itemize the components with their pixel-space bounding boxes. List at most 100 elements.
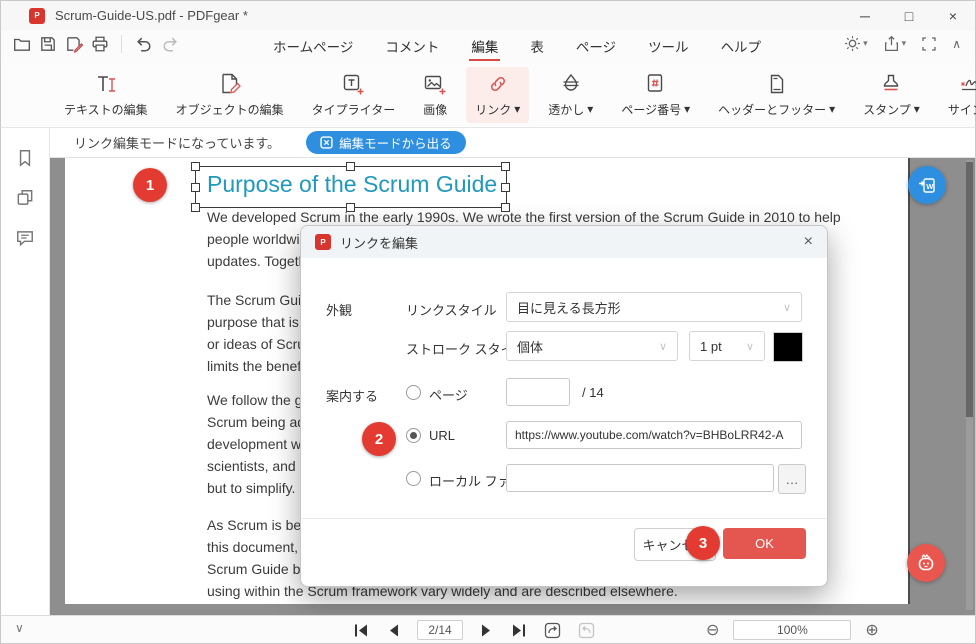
browse-file-button[interactable]: … bbox=[778, 464, 806, 494]
redo-icon[interactable] bbox=[161, 34, 180, 53]
page-number-input[interactable] bbox=[506, 378, 570, 406]
bookmark-icon[interactable] bbox=[15, 148, 35, 168]
sign-icon bbox=[958, 72, 976, 96]
theme-button[interactable]: ▾ bbox=[844, 35, 868, 52]
ok-button[interactable]: OK bbox=[723, 528, 806, 559]
tab-edit[interactable]: 編集 bbox=[469, 31, 500, 61]
fullscreen-button[interactable] bbox=[921, 36, 937, 52]
stamp-button[interactable]: スタンプ▾ bbox=[854, 67, 929, 123]
chevron-down-icon: ∨ bbox=[659, 340, 667, 353]
zoom-in-button[interactable]: ⊕ bbox=[865, 620, 878, 640]
goto-label: 案内する bbox=[326, 386, 378, 405]
image-button[interactable]: 画像 bbox=[414, 67, 456, 123]
dropdown-arrow-icon: ▾ bbox=[902, 38, 907, 49]
exit-edit-mode-button[interactable]: 編集モードから出る bbox=[306, 131, 466, 154]
collapse-ribbon-button[interactable]: ∧ bbox=[952, 37, 961, 51]
stroke-color-swatch[interactable] bbox=[773, 332, 803, 362]
stroke-style-select[interactable]: 個体 ∨ bbox=[506, 331, 678, 361]
stroke-width-select[interactable]: 1 pt ∨ bbox=[689, 331, 765, 361]
page-thumbnails-icon[interactable] bbox=[15, 188, 35, 208]
url-radio[interactable] bbox=[406, 428, 421, 443]
typewriter-icon bbox=[341, 72, 365, 96]
dialog-title: リンクを編集 bbox=[340, 233, 418, 252]
zoom-controls: ⊖ ⊕ bbox=[706, 619, 879, 641]
tab-home[interactable]: ホームページ bbox=[271, 31, 355, 61]
dropdown-arrow-icon: ▾ bbox=[829, 102, 835, 116]
tab-page[interactable]: ページ bbox=[574, 31, 618, 61]
convert-to-word-button[interactable]: W bbox=[908, 166, 946, 204]
page-indicator-input[interactable] bbox=[417, 620, 463, 640]
typewriter-button[interactable]: タイプライター bbox=[303, 67, 405, 123]
comments-panel-icon[interactable] bbox=[15, 228, 35, 248]
dropdown-arrow-icon: ▾ bbox=[514, 102, 520, 116]
local-file-input[interactable] bbox=[506, 464, 774, 492]
page-radio[interactable] bbox=[406, 385, 421, 400]
watermark-icon bbox=[559, 72, 583, 96]
zoom-level-input[interactable] bbox=[733, 620, 851, 640]
dialog-close-icon[interactable]: × bbox=[804, 233, 813, 251]
selection-handle[interactable] bbox=[191, 183, 200, 192]
step-badge-2: 2 bbox=[362, 422, 396, 456]
edit-object-button[interactable]: オブジェクトの編集 bbox=[167, 67, 293, 123]
maximize-button[interactable]: □ bbox=[887, 1, 931, 30]
page-navigation bbox=[353, 619, 595, 641]
page-number-button[interactable]: ページ番号▾ bbox=[612, 67, 699, 123]
url-input[interactable] bbox=[506, 421, 802, 449]
close-button[interactable]: × bbox=[931, 1, 975, 30]
status-bar: ∨ ⊖ ⊕ bbox=[0, 615, 976, 644]
assistant-robot-button[interactable] bbox=[907, 544, 945, 582]
object-edit-icon bbox=[218, 72, 242, 96]
dialog-header[interactable]: P リンクを編集 × bbox=[301, 226, 827, 258]
selection-handle[interactable] bbox=[501, 183, 510, 192]
header-footer-button[interactable]: ヘッダーとフッター▾ bbox=[709, 67, 844, 123]
selection-handle[interactable] bbox=[501, 162, 510, 171]
save-as-icon[interactable] bbox=[65, 35, 83, 53]
edit-link-dialog: P リンクを編集 × 外観 リンクスタイル 目に見える長方形 ∨ ストローク ス… bbox=[300, 225, 828, 587]
menu-bar: ホームページ コメント 編集 表 ページ ツール ヘルプ ▾ ▾ ∧ bbox=[0, 30, 976, 62]
selection-handle[interactable] bbox=[191, 162, 200, 171]
local-file-radio[interactable] bbox=[406, 471, 421, 486]
watermark-button[interactable]: 透かし▾ bbox=[539, 67, 602, 123]
previous-view-button[interactable] bbox=[544, 622, 561, 639]
next-view-button[interactable] bbox=[578, 622, 595, 639]
text-edit-icon bbox=[94, 72, 118, 96]
last-page-button[interactable] bbox=[510, 623, 527, 638]
document-heading[interactable]: Purpose of the Scrum Guide bbox=[207, 171, 497, 198]
toolbar-separator bbox=[121, 35, 122, 53]
link-mode-message: リンク編集モードになっています。 bbox=[74, 133, 280, 152]
dropdown-arrow-icon: ▾ bbox=[914, 102, 920, 116]
window-title: Scrum-Guide-US.pdf - PDFgear * bbox=[55, 8, 248, 23]
selection-handle[interactable] bbox=[191, 203, 200, 212]
previous-page-button[interactable] bbox=[387, 623, 400, 638]
first-page-button[interactable] bbox=[353, 623, 370, 638]
tab-help[interactable]: ヘルプ bbox=[719, 31, 764, 61]
share-button[interactable]: ▾ bbox=[883, 35, 907, 52]
print-icon[interactable] bbox=[91, 35, 109, 53]
edit-text-button[interactable]: テキストの編集 bbox=[55, 67, 157, 123]
tab-comment[interactable]: コメント bbox=[383, 31, 441, 61]
selection-handle[interactable] bbox=[346, 162, 355, 171]
minimize-button[interactable]: ─ bbox=[843, 1, 887, 30]
zoom-out-button[interactable]: ⊖ bbox=[706, 620, 719, 640]
tab-table[interactable]: 表 bbox=[528, 31, 546, 61]
open-file-icon[interactable] bbox=[13, 35, 31, 53]
doc-text-line: people worldwide bbox=[207, 231, 315, 247]
next-page-button[interactable] bbox=[480, 623, 493, 638]
scrollbar-thumb[interactable] bbox=[966, 162, 973, 417]
save-icon[interactable] bbox=[39, 35, 57, 53]
page-total-label: / 14 bbox=[582, 385, 604, 400]
stamp-icon bbox=[879, 72, 903, 96]
collapse-panel-icon[interactable]: ∨ bbox=[15, 621, 24, 635]
link-style-select[interactable]: 目に見える長方形 ∨ bbox=[506, 292, 802, 322]
link-style-label: リンクスタイル bbox=[406, 300, 497, 319]
link-button[interactable]: リンク▾ bbox=[466, 67, 529, 123]
link-icon bbox=[486, 72, 510, 96]
page-radio-label: ページ bbox=[429, 385, 468, 404]
doc-text-line: limits the benefits bbox=[207, 358, 315, 374]
header-footer-icon bbox=[765, 72, 789, 96]
undo-icon[interactable] bbox=[134, 34, 153, 53]
svg-text:W: W bbox=[926, 182, 934, 191]
sign-button[interactable]: サイン▾ bbox=[939, 67, 976, 123]
tab-tools[interactable]: ツール bbox=[646, 31, 691, 61]
chevron-down-icon: ∨ bbox=[746, 340, 754, 353]
